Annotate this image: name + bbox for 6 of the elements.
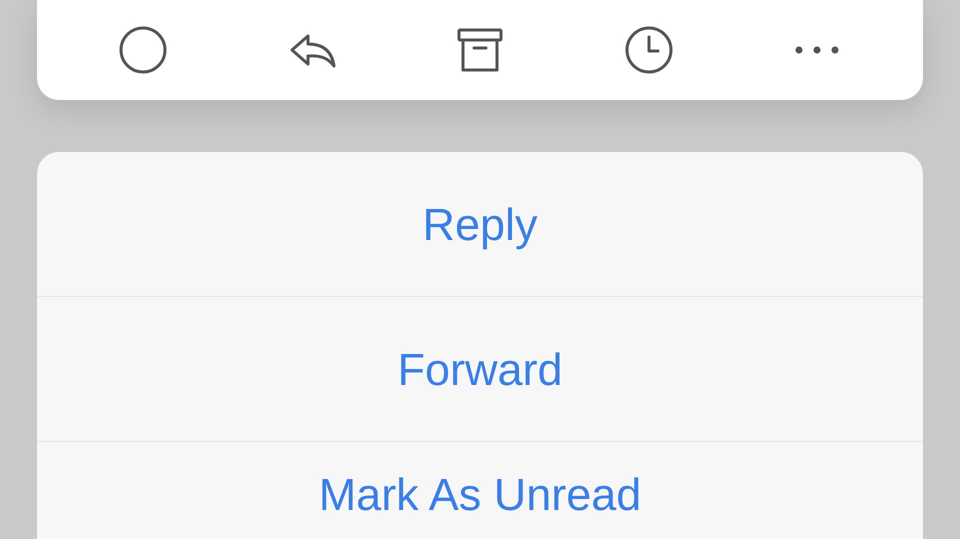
menu-item[interactable]: Forward bbox=[37, 297, 923, 442]
circle-icon[interactable] bbox=[119, 26, 167, 74]
menu-item[interactable]: Mark As Unread bbox=[37, 442, 923, 537]
menu-item[interactable]: Reply bbox=[37, 152, 923, 297]
clock-icon[interactable] bbox=[624, 26, 672, 74]
archive-icon[interactable] bbox=[456, 26, 504, 74]
